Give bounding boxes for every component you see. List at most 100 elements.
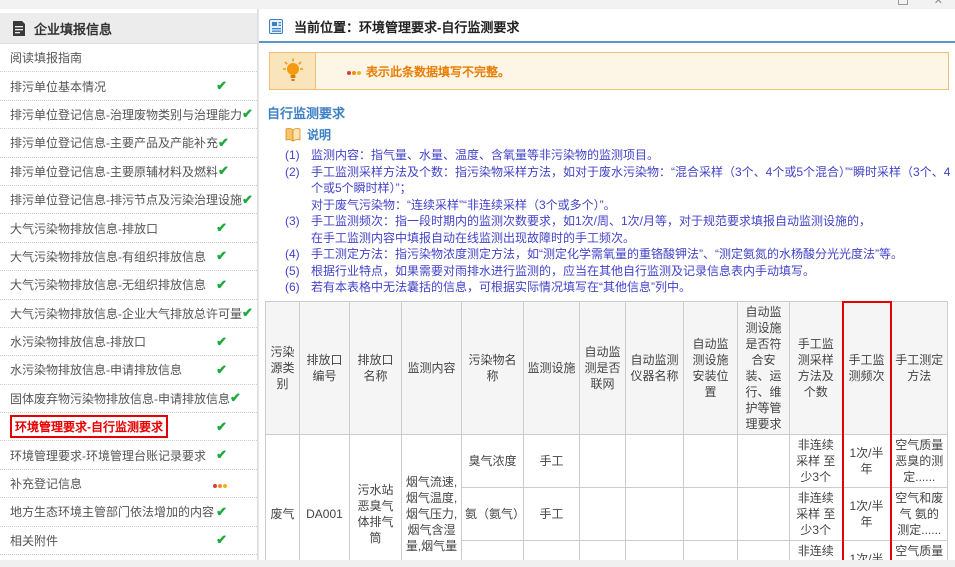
monitoring-table: 污染源类别 排放口编号 排放口名称 监测内容 污染物名称 监测设施 自动监测是否… (265, 300, 948, 560)
note-1: (1) 监测内容：指气量、水量、温度、含氧量等非污染物的监测项目。 (285, 148, 660, 162)
sidebar-item-registration-discharge-nodes[interactable]: 排污单位登记信息-排污节点及污染治理设施 ✔ (0, 186, 257, 215)
sidebar-item-air-outlet[interactable]: 大气污染物排放信息-排放口 ✔ (0, 214, 257, 243)
sidebar-item-solid-waste-apply[interactable]: 固体废弃物污染物排放信息-申请排放信息 ✔ (0, 385, 257, 414)
cell-facility: 手工 (523, 540, 580, 560)
col-manual-method: 手工监测采样方法及个数 (789, 301, 843, 435)
window-title-strip: ✕ (0, 0, 955, 9)
cell-manual-frequency: 1次/半年 (841, 434, 892, 488)
col-monitor-facility: 监测设施 (523, 301, 580, 435)
table-row: 废气 DA001 污水站恶臭气体排气筒 烟气流速,烟气温度,烟气压力,烟气含湿量… (265, 434, 948, 560)
check-icon: ✔ (216, 220, 227, 236)
cell-pollutant: 硫化氢 (461, 540, 524, 560)
sidebar-item-label: 阅读填报指南 (10, 51, 83, 66)
col-outlet-name: 排放口名称 (349, 301, 402, 435)
sidebar-item-water-outlet[interactable]: 水污染物排放信息-排放口 ✔ (0, 328, 257, 357)
lightbulb-icon-box (270, 53, 316, 89)
sidebar-item-attachments[interactable]: 相关附件 ✔ (0, 527, 257, 556)
col-auto-location: 自动监测设施安装位置 (683, 301, 738, 435)
col-pollutant-name: 污染物名称 (461, 301, 524, 435)
sidebar-item-local-authority-content[interactable]: 地方生态环境主管部门依法增加的内容 ✔ (0, 498, 257, 527)
cell-outlet-name: 污水站恶臭气体排气筒 (349, 434, 402, 560)
cell-auto-instrument (625, 434, 684, 488)
cell-manual-determination: 空气质量 硫化氢 甲...... (890, 540, 948, 560)
cell-auto-location (683, 540, 738, 560)
sidebar-item-air-unorganized[interactable]: 大气污染物排放信息-无组织排放信息 ✔ (0, 271, 257, 300)
newspaper-icon (269, 19, 283, 34)
cell-auto-instrument (625, 540, 684, 560)
sidebar-item-reading-guide[interactable]: 阅读填报指南 (0, 44, 257, 73)
sidebar-item-label: 大气污染物排放信息-有组织排放信息 (10, 249, 206, 264)
cell-auto-compliance (737, 487, 790, 541)
cell-pollutant: 氨（氨气） (461, 487, 525, 541)
sidebar-item-label: 地方生态环境主管部门依法增加的内容 (10, 505, 215, 520)
check-icon: ✔ (216, 333, 227, 349)
cell-pollution-source: 废气 (265, 434, 300, 560)
cell-auto-location (683, 434, 738, 488)
sidebar-title: 企业填报信息 (34, 21, 113, 37)
cell-auto-networked (579, 487, 626, 541)
check-icon: ✔ (216, 503, 227, 519)
document-icon (13, 20, 25, 36)
note-4: (4) 手工测定方法：指污染物浓度测定方法，如“测定化学需氧量的重铬酸钾法”、“… (285, 247, 903, 261)
cell-manual-determination: 空气质量 恶臭的测定...... (890, 434, 948, 488)
sidebar-item-registration-waste-types[interactable]: 排污单位登记信息-治理废物类别与治理能力 ✔ (0, 101, 257, 130)
note-5: (5) 根据行业特点，如果需要对雨排水进行监测的，应当在其他自行监测及记录信息表… (285, 263, 816, 278)
sidebar-item-label: 水污染物排放信息-排放口 (10, 335, 146, 350)
sidebar-item-air-organized[interactable]: 大气污染物排放信息-有组织排放信息 ✔ (0, 243, 257, 272)
col-manual-frequency-highlighted: 手工监测频次 (841, 300, 892, 435)
cell-manual-frequency: 1次/半年 (841, 540, 892, 560)
sidebar-item-air-total-permit[interactable]: 大气污染物排放信息-企业大气排放总许可量 ✔ (0, 300, 257, 328)
cell-auto-compliance (737, 540, 790, 560)
cell-facility: 手工 (523, 434, 580, 488)
sidebar-item-label-selected: 环境管理要求-自行监测要求 (10, 415, 168, 439)
sidebar-item-label: 大气污染物排放信息-无组织排放信息 (10, 278, 206, 293)
sidebar-item-label: 补充登记信息 (10, 477, 83, 492)
check-icon: ✔ (230, 390, 241, 406)
table-header-row: 污染源类别 排放口编号 排放口名称 监测内容 污染物名称 监测设施 自动监测是否… (265, 300, 948, 435)
sidebar-item-registration-materials[interactable]: 排污单位登记信息-主要原辅材料及燃料 ✔ (0, 158, 257, 186)
sidebar-item-self-monitoring[interactable]: 环境管理要求-自行监测要求 ✔ (0, 413, 257, 442)
cell-manual-method: 非连续采样 至少3个 (789, 540, 843, 560)
sidebar-item-registration-products[interactable]: 排污单位登记信息-主要产品及产能补充 ✔ (0, 129, 257, 158)
sidebar-item-water-apply[interactable]: 水污染物排放信息-申请排放信息 ✔ (0, 356, 257, 385)
maximize-icon[interactable] (897, 0, 908, 5)
col-outlet-no: 排放口编号 (299, 301, 350, 435)
check-icon: ✔ (216, 361, 227, 377)
cell-auto-instrument (625, 487, 684, 541)
check-icon: ✔ (216, 447, 227, 463)
cell-pollutant: 臭气浓度 (461, 434, 524, 488)
incomplete-notice: 表示此条数据填写不完整。 (269, 52, 949, 90)
cell-auto-networked (579, 540, 626, 560)
sidebar-item-label: 排污单位登记信息-治理废物类别与治理能力 (10, 107, 242, 122)
instructions-label: 说明 (307, 128, 332, 142)
sidebar-item-label: 排污单位基本情况 (10, 79, 107, 94)
instruction-notes: (1) 监测内容：指气量、水量、温度、含氧量等非污染物的监测项目。 (2) 手工… (285, 147, 955, 296)
note-6: (6) 若有本表格中无法囊括的信息，可根据实际情况填写在“其他信息”列中。 (285, 280, 691, 294)
sidebar-item-label: 排污单位登记信息-主要原辅材料及燃料 (10, 164, 218, 179)
sidebar-item-label: 大气污染物排放信息-企业大气排放总许可量 (10, 306, 242, 321)
section-title: 自行监测要求 (267, 106, 346, 121)
breadcrumb: 当前位置：环境管理要求-自行监测要求 (259, 14, 955, 43)
cell-facility: 手工 (523, 487, 580, 541)
check-icon: ✔ (216, 276, 227, 292)
col-manual-determination: 手工测定方法 (890, 301, 948, 435)
col-pollution-source: 污染源类别 (265, 301, 300, 435)
check-icon: ✔ (216, 248, 227, 264)
lightbulb-icon (282, 58, 303, 81)
check-icon: ✔ (216, 418, 227, 434)
note-2: (2) 手工监测采样方法及个数：指污染物采样方法，如对于废水污染物：“混合采样（… (285, 164, 951, 212)
incomplete-dots-icon (346, 62, 361, 80)
close-icon[interactable]: ✕ (934, 0, 943, 7)
sidebar-item-ledger-records[interactable]: 环境管理要求-环境管理台账记录要求 ✔ (0, 441, 257, 470)
sidebar-item-label: 排污单位登记信息-排污节点及污染治理设施 (10, 193, 242, 208)
breadcrumb-text: 当前位置：环境管理要求-自行监测要求 (294, 20, 520, 35)
cell-outlet-no: DA001 (299, 434, 350, 560)
cell-manual-frequency: 1次/半年 (841, 487, 892, 541)
col-auto-instrument: 自动监测仪器名称 (625, 301, 684, 435)
cell-manual-method: 非连续采样 至少3个 (789, 434, 843, 488)
sidebar-item-supplementary-registration[interactable]: 补充登记信息 (0, 470, 257, 499)
check-icon: ✔ (218, 134, 229, 150)
sidebar-item-label: 环境管理要求-环境管理台账记录要求 (10, 448, 206, 463)
cell-auto-location (683, 487, 738, 541)
sidebar-item-basic-info[interactable]: 排污单位基本情况 ✔ (0, 72, 257, 101)
